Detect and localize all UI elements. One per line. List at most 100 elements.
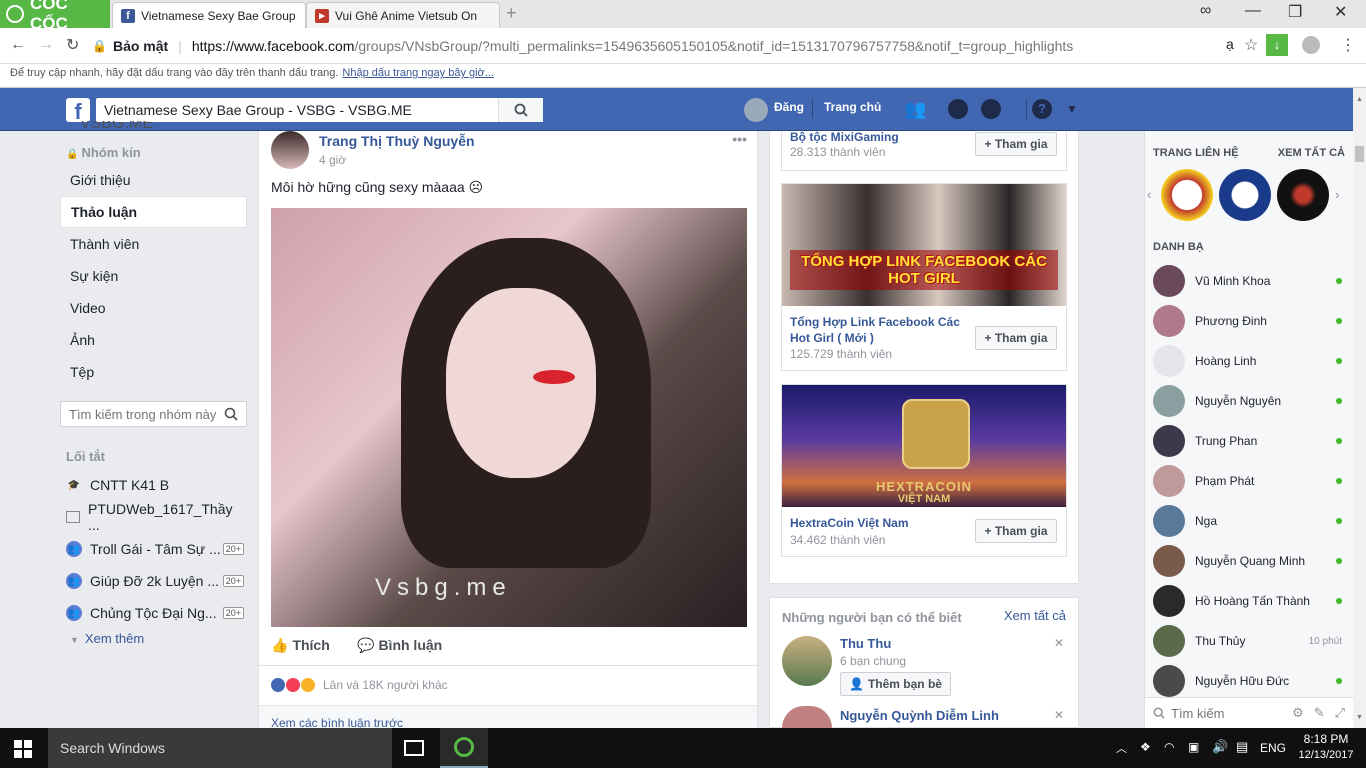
page-avatar[interactable] [1219, 169, 1271, 221]
chat-contact[interactable]: Hoàng Linh [1153, 341, 1348, 381]
dropbox-icon[interactable]: ❖ [1140, 740, 1151, 754]
network-icon[interactable]: ▣ [1188, 740, 1199, 754]
input-language[interactable]: ENG [1260, 741, 1286, 755]
chat-contact[interactable]: Vũ Minh Khoa [1153, 261, 1348, 301]
nav-members[interactable]: Thành viên [60, 228, 247, 260]
chat-search-input[interactable] [1171, 705, 1271, 721]
dismiss-icon[interactable]: ✕ [1054, 708, 1064, 722]
person-name[interactable]: Nguyễn Quỳnh Diễm Linh [840, 708, 999, 723]
chat-contact[interactable]: Hồ Hoàng Tấn Thành [1153, 581, 1348, 621]
nav-about[interactable]: Giới thiệu [60, 164, 247, 196]
scrollbar-thumb[interactable] [1355, 146, 1364, 162]
compose-icon[interactable]: ✎ [1314, 705, 1325, 721]
group-search-input[interactable] [60, 401, 247, 427]
volume-icon[interactable]: 🔊 [1212, 739, 1228, 755]
taskbar-coccoc-app[interactable] [440, 728, 488, 768]
chevron-right-icon[interactable]: › [1335, 187, 1339, 202]
extension-icon[interactable] [1302, 36, 1320, 54]
group-name[interactable]: Bộ tộc MixiGaming [790, 129, 899, 145]
shortcut-item[interactable]: 👥 Giúp Đỡ 2k Luyện ... 20+ [60, 565, 244, 597]
page-avatar[interactable] [1277, 169, 1329, 221]
facebook-search-input[interactable]: Vietnamese Sexy Bae Group - VSBG - VSBG.… [96, 98, 543, 122]
person-avatar[interactable] [782, 706, 832, 728]
friend-requests-icon[interactable]: 👥 [904, 99, 926, 120]
group-banner[interactable]: TỔNG HỢP LINK FACEBOOK CÁC HOT GIRL [782, 184, 1066, 306]
chevron-left-icon[interactable]: ‹ [1147, 187, 1151, 202]
clock-time[interactable]: 8:18 PM [1296, 732, 1356, 746]
new-tab-button[interactable]: + [506, 3, 517, 24]
comment-button[interactable]: 💬 Bình luận [357, 637, 442, 654]
download-icon[interactable]: ↓ [1266, 34, 1288, 56]
post-options-icon[interactable]: ••• [732, 131, 747, 147]
clock-date[interactable]: 12/13/2017 [1296, 749, 1356, 761]
join-group-button[interactable]: + Tham gia [975, 519, 1057, 543]
chat-contact[interactable]: Phương Đinh [1153, 301, 1348, 341]
page-avatar[interactable] [1161, 169, 1213, 221]
import-bookmarks-link[interactable]: Nhập dấu trang ngay bây giờ... [342, 67, 494, 79]
translate-icon[interactable]: ạ [1226, 36, 1234, 52]
author-avatar[interactable] [271, 131, 309, 169]
person-name[interactable]: Thu Thu [840, 636, 891, 651]
windows-search-box[interactable]: Search Windows [48, 728, 392, 768]
gear-icon[interactable]: ⚙ [1292, 705, 1304, 721]
reader-icon[interactable]: ∞ [1200, 2, 1211, 20]
back-icon[interactable]: ← [10, 36, 26, 54]
chat-contact[interactable]: Phạm Phát [1153, 461, 1348, 501]
dismiss-icon[interactable]: ✕ [1054, 636, 1064, 650]
reactions-summary[interactable]: Lân và 18K người khác [271, 678, 448, 692]
menu-icon[interactable]: ⋮ [1340, 35, 1356, 55]
chat-contact[interactable]: Nguyễn Hữu Đức [1153, 661, 1348, 701]
page-scrollbar[interactable]: ▲ ▼ [1353, 88, 1366, 728]
coccoc-logo[interactable]: CỐC CỐC [0, 0, 110, 33]
add-friend-button[interactable]: 👤 Thêm bạn bè [840, 672, 951, 696]
post-author[interactable]: Trang Thị Thuỳ Nguyễn [319, 133, 475, 149]
join-group-button[interactable]: + Tham gia [975, 132, 1057, 156]
group-search-field[interactable] [61, 402, 216, 426]
home-link[interactable]: Trang chủ [824, 100, 881, 114]
maximize-button[interactable]: ❐ [1288, 2, 1302, 22]
see-more-link[interactable]: ▼ Xem thêm [70, 631, 144, 646]
search-button[interactable] [498, 98, 543, 122]
scroll-down-icon[interactable]: ▼ [1356, 714, 1363, 721]
wifi-icon[interactable]: ◠ [1164, 740, 1174, 754]
chat-contact[interactable]: Thu Thủy 10 phút [1153, 621, 1348, 661]
windows-start-icon[interactable] [14, 740, 32, 758]
post-photo[interactable]: Vsbg.me [271, 208, 747, 627]
nav-files[interactable]: Tệp [60, 356, 247, 388]
tab-vsbg[interactable]: f Vietnamese Sexy Bae Group [112, 2, 306, 28]
group-name[interactable]: HextraCoin Việt Nam [790, 515, 908, 531]
nav-discussion[interactable]: Thảo luận [60, 196, 247, 228]
shortcut-item[interactable]: 👥 Chủng Tộc Đại Ng... 20+ [60, 597, 244, 629]
shortcut-item[interactable]: PTUDWeb_1617_Thầy ... [60, 501, 244, 533]
messenger-icon[interactable] [948, 99, 968, 119]
nav-videos[interactable]: Video [60, 292, 247, 324]
group-name[interactable]: Tổng Hợp Link Facebook Các Hot Girl ( Mớ… [790, 314, 970, 346]
chat-contact[interactable]: Nga [1153, 501, 1348, 541]
bookmark-star-icon[interactable]: ☆ [1244, 35, 1258, 55]
chat-contact[interactable]: Trung Phan [1153, 421, 1348, 461]
chat-contact[interactable]: Nguyễn Nguyên [1153, 381, 1348, 421]
like-button[interactable]: 👍 Thích [271, 637, 330, 654]
shortcut-item[interactable]: 👥 Troll Gái - Tâm Sự ... 20+ [60, 533, 244, 565]
account-dropdown-icon[interactable]: ▼ [1066, 102, 1078, 116]
help-icon[interactable]: ? [1032, 99, 1052, 119]
url-field[interactable]: 🔒 Bảo mật | https://www.facebook.com/gro… [92, 33, 1292, 59]
search-icon[interactable] [224, 407, 238, 421]
minimize-button[interactable]: — [1245, 2, 1261, 20]
group-banner[interactable]: HEXTRACOIN VIỆT NAM [782, 385, 1066, 507]
chat-contact[interactable]: Nguyễn Quang Minh [1153, 541, 1348, 581]
profile-link[interactable]: Đăng [774, 100, 804, 114]
person-avatar[interactable] [782, 636, 832, 686]
notifications-icon[interactable]: ▤ [1236, 739, 1248, 755]
reload-icon[interactable]: ↻ [66, 35, 79, 55]
profile-avatar[interactable] [744, 98, 768, 122]
post-time[interactable]: 4 giờ [319, 153, 346, 167]
nav-events[interactable]: Sự kiện [60, 260, 247, 292]
expand-icon[interactable]: ⤢ [1335, 705, 1345, 721]
pymk-see-all-link[interactable]: Xem tất cả [1004, 608, 1066, 623]
nav-photos[interactable]: Ảnh [60, 324, 247, 356]
notifications-globe-icon[interactable] [981, 99, 1001, 119]
forward-icon[interactable]: → [38, 36, 54, 54]
join-group-button[interactable]: + Tham gia [975, 326, 1057, 350]
tab-anime[interactable]: ▸ Vui Ghê Anime Vietsub On [306, 2, 500, 28]
